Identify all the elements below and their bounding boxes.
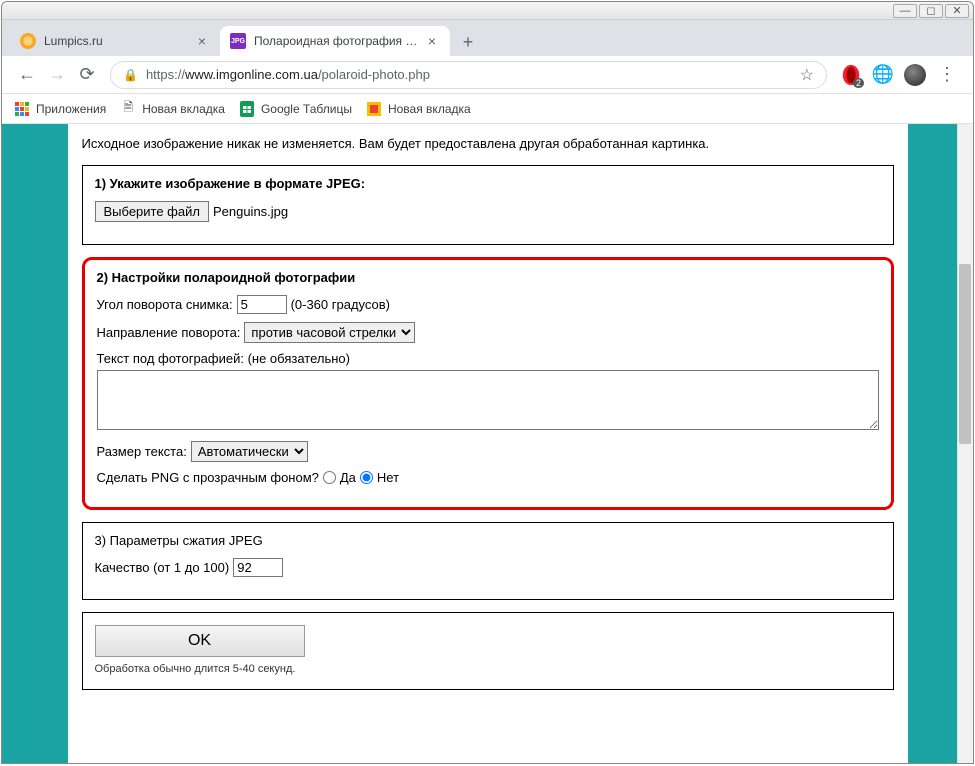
- bookmark-star-icon[interactable]: ☆: [800, 65, 814, 85]
- extension-globe-icon[interactable]: 🌐: [871, 63, 895, 87]
- step-3-fieldset: 3) Параметры сжатия JPEG Качество (от 1 …: [82, 522, 894, 600]
- browser-window: — ◻ ✕ Lumpics.ru × JPG Полароидная фотог…: [1, 1, 974, 764]
- tab-imgonline[interactable]: JPG Полароидная фотография онла ×: [220, 26, 450, 56]
- bookmark-sheets[interactable]: Google Таблицы: [239, 101, 352, 117]
- url-host: www.imgonline.com.ua: [185, 67, 318, 82]
- forward-button[interactable]: →: [42, 60, 72, 90]
- angle-input[interactable]: [237, 295, 287, 314]
- omnibox[interactable]: 🔒 https://www.imgonline.com.ua/polaroid-…: [110, 61, 827, 89]
- bookmark-newtab-1[interactable]: 🗎 Новая вкладка: [120, 101, 225, 117]
- caption-textarea[interactable]: [97, 370, 879, 430]
- page-viewport: Исходное изображение никак не изменяется…: [2, 124, 973, 763]
- bookmark-apps[interactable]: Приложения: [14, 101, 106, 117]
- scrollbar-track[interactable]: [957, 124, 973, 763]
- quality-input[interactable]: [233, 558, 283, 577]
- ok-button[interactable]: OK: [95, 625, 305, 657]
- caption-label: Текст под фотографией: (не обязательно): [97, 351, 879, 366]
- extension-badge: 2: [853, 78, 864, 88]
- tab-title: Lumpics.ru: [44, 34, 188, 48]
- tab-title: Полароидная фотография онла: [254, 34, 418, 48]
- scrollbar-thumb[interactable]: [959, 264, 971, 444]
- tab-lumpics[interactable]: Lumpics.ru ×: [10, 26, 220, 56]
- text-size-label: Размер текста:: [97, 444, 187, 459]
- direction-label: Направление поворота:: [97, 325, 241, 340]
- step-1-title: 1) Укажите изображение в формате JPEG:: [95, 176, 881, 191]
- new-tab-button[interactable]: +: [454, 28, 482, 56]
- chosen-file-name: Penguins.jpg: [213, 204, 288, 219]
- bookmark-label: Новая вкладка: [388, 102, 471, 116]
- page-background: Исходное изображение никак не изменяется…: [2, 124, 973, 763]
- lock-icon: 🔒: [123, 68, 138, 82]
- submit-fieldset: OK Обработка обычно длится 5-40 секунд.: [82, 612, 894, 690]
- processing-note: Обработка обычно длится 5-40 секунд.: [95, 663, 881, 675]
- png-transparent-label: Сделать PNG с прозрачным фоном?: [97, 470, 319, 485]
- tab-close-icon[interactable]: ×: [424, 33, 440, 49]
- bookmark-newtab-2[interactable]: Новая вкладка: [366, 101, 471, 117]
- choose-file-button[interactable]: Выберите файл: [95, 201, 209, 222]
- png-no-label: Нет: [377, 470, 399, 485]
- window-minimize-button[interactable]: —: [893, 4, 917, 18]
- bookmark-label: Google Таблицы: [261, 102, 352, 116]
- doc-icon: [366, 101, 382, 117]
- profile-avatar[interactable]: [903, 63, 927, 87]
- browser-menu-button[interactable]: ⋮: [935, 63, 959, 87]
- window-close-button[interactable]: ✕: [945, 4, 969, 18]
- png-no-radio[interactable]: [360, 471, 373, 484]
- window-maximize-button[interactable]: ◻: [919, 4, 943, 18]
- tab-strip: Lumpics.ru × JPG Полароидная фотография …: [2, 20, 973, 56]
- back-button[interactable]: ←: [12, 60, 42, 90]
- favicon-lumpics: [20, 33, 36, 49]
- apps-icon: [14, 101, 30, 117]
- quality-label: Качество (от 1 до 100): [95, 560, 230, 575]
- step-2-fieldset: 2) Настройки полароидной фотографии Угол…: [82, 257, 894, 510]
- page-content-area: Исходное изображение никак не изменяется…: [68, 124, 908, 763]
- png-yes-label: Да: [340, 470, 356, 485]
- step-1-fieldset: 1) Укажите изображение в формате JPEG: В…: [82, 165, 894, 245]
- direction-select[interactable]: против часовой стрелки: [244, 322, 415, 343]
- bookmark-label: Приложения: [36, 102, 106, 116]
- doc-icon: 🗎: [120, 101, 136, 117]
- url-protocol: https://: [146, 67, 185, 82]
- favicon-imgonline: JPG: [230, 33, 246, 49]
- extension-opera-icon[interactable]: 2: [839, 63, 863, 87]
- info-text: Исходное изображение никак не изменяется…: [82, 136, 894, 151]
- bookmark-label: Новая вкладка: [142, 102, 225, 116]
- png-yes-radio[interactable]: [323, 471, 336, 484]
- bookmarks-bar: Приложения 🗎 Новая вкладка Google Таблиц…: [2, 94, 973, 124]
- url-path: /polaroid-photo.php: [318, 67, 430, 82]
- angle-label: Угол поворота снимка:: [97, 297, 233, 312]
- address-bar: ← → ⟳ 🔒 https://www.imgonline.com.ua/pol…: [2, 56, 973, 94]
- step-2-title: 2) Настройки полароидной фотографии: [97, 270, 879, 285]
- text-size-select[interactable]: Автоматически: [191, 441, 308, 462]
- angle-hint: (0-360 градусов): [291, 297, 390, 312]
- window-titlebar: — ◻ ✕: [2, 2, 973, 20]
- step-3-title: 3) Параметры сжатия JPEG: [95, 533, 881, 548]
- sheets-icon: [239, 101, 255, 117]
- tab-close-icon[interactable]: ×: [194, 33, 210, 49]
- reload-button[interactable]: ⟳: [72, 60, 102, 90]
